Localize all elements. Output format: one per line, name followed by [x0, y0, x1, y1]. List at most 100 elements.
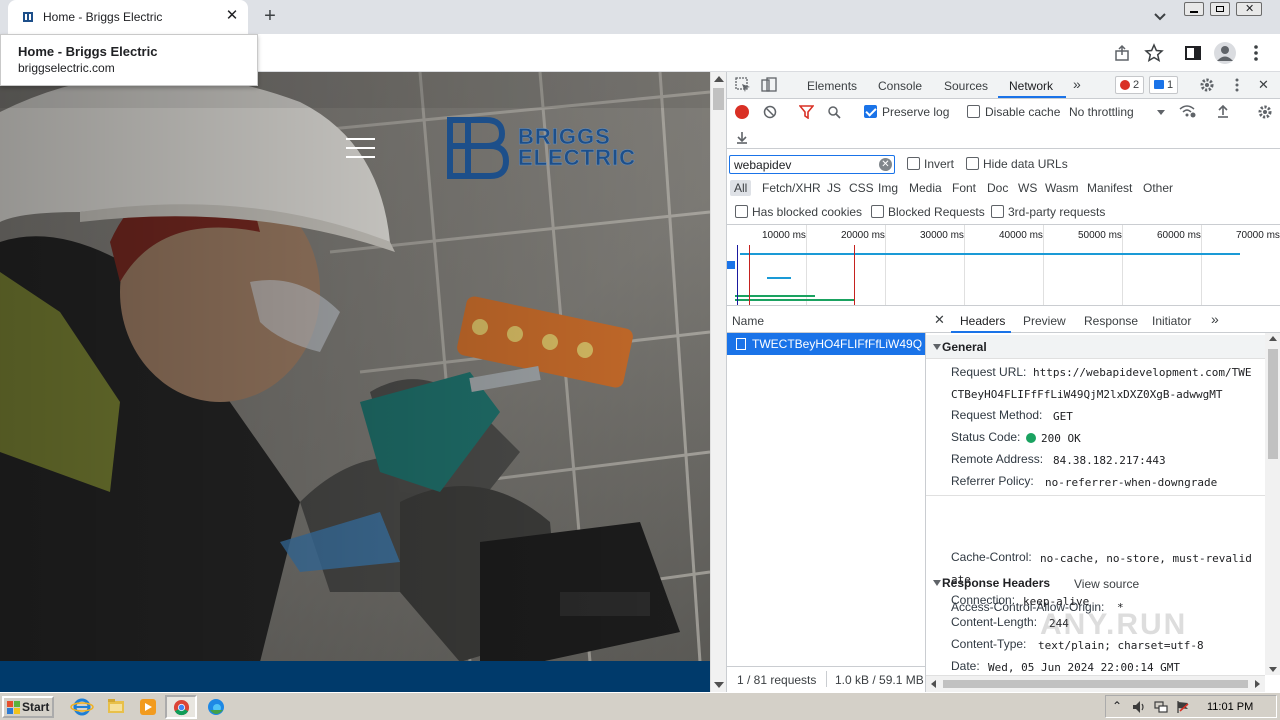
search-icon[interactable] — [827, 105, 841, 119]
status-code-key: Status Code: — [951, 430, 1021, 444]
devtools-panel: Elements Console Sources Network » 2 1 ✕… — [726, 72, 1280, 692]
site-favicon-icon — [23, 12, 33, 22]
filter-type-css[interactable]: CSS — [849, 181, 874, 195]
tab-search-icon[interactable] — [1151, 8, 1169, 26]
restore-button[interactable] — [1210, 2, 1230, 16]
start-button[interactable]: Start — [2, 696, 54, 718]
export-har-icon[interactable] — [735, 130, 749, 145]
network-conditions-icon[interactable] — [1179, 104, 1196, 119]
errors-badge[interactable]: 2 — [1115, 76, 1145, 94]
tab-hover-card: Home - Briggs Electric briggselectric.co… — [0, 34, 258, 86]
filter-type-other[interactable]: Other — [1143, 181, 1173, 195]
browser-tab[interactable]: Home - Briggs Electric ✕ — [8, 0, 248, 34]
errors-count: 2 — [1133, 79, 1140, 91]
filter-type-img[interactable]: Img — [878, 181, 898, 195]
filter-funnel-icon[interactable] — [799, 105, 814, 119]
tab-response[interactable]: Response — [1084, 314, 1138, 328]
general-section-header[interactable]: General — [926, 335, 1265, 359]
tab-sources[interactable]: Sources — [944, 79, 988, 93]
minimize-button[interactable] — [1184, 2, 1204, 16]
import-har-icon[interactable] — [1216, 104, 1230, 119]
bookmark-star-icon[interactable] — [1144, 43, 1164, 63]
scroll-thumb[interactable] — [713, 88, 724, 110]
new-tab-button[interactable]: + — [258, 6, 282, 28]
document-icon — [736, 338, 746, 350]
tab-preview[interactable]: Preview — [1023, 314, 1066, 328]
view-source-link[interactable]: View source — [1074, 577, 1139, 591]
disable-cache-checkbox[interactable] — [967, 105, 980, 118]
site-footer-bar — [0, 661, 710, 692]
tab-elements[interactable]: Elements — [807, 79, 857, 93]
internet-explorer-icon[interactable] — [68, 696, 96, 718]
response-headers-section-header[interactable]: Response Headers View source — [926, 571, 1265, 595]
scroll-up-arrow-icon[interactable] — [714, 76, 724, 82]
inspect-element-icon[interactable] — [735, 77, 751, 93]
filter-type-manifest[interactable]: Manifest — [1087, 181, 1132, 195]
clear-filter-icon[interactable]: ✕ — [879, 158, 892, 171]
media-player-icon[interactable] — [134, 696, 162, 718]
record-icon[interactable] — [735, 105, 749, 119]
active-detail-tab-indicator — [951, 331, 1011, 333]
network-settings-gear-icon[interactable] — [1257, 104, 1273, 120]
overview-bar — [740, 253, 1240, 255]
chrome-menu-icon[interactable] — [1246, 43, 1266, 63]
side-panel-icon[interactable] — [1183, 43, 1203, 63]
filter-input[interactable]: webapidev ✕ — [729, 155, 895, 174]
devtools-menu-icon[interactable] — [1229, 77, 1245, 93]
overview-bar — [767, 277, 791, 279]
referrer-policy-key: Referrer Policy: — [951, 474, 1034, 488]
filter-type-wasm[interactable]: Wasm — [1045, 181, 1079, 195]
network-icon[interactable] — [1154, 700, 1168, 714]
share-icon[interactable] — [1112, 43, 1132, 63]
close-devtools-icon[interactable]: ✕ — [1258, 77, 1269, 93]
page-scrollbar[interactable] — [710, 72, 726, 692]
tab-close-icon[interactable]: ✕ — [224, 8, 240, 24]
filter-type-fetch-xhr[interactable]: Fetch/XHR — [762, 181, 821, 195]
filter-type-all[interactable]: All — [730, 180, 752, 196]
filter-type-js[interactable]: JS — [827, 181, 841, 195]
more-detail-tabs-icon[interactable]: » — [1211, 311, 1219, 327]
briggs-electric-logo[interactable]: BRIGGS ELECTRIC — [446, 116, 661, 182]
tab-headers[interactable]: Headers — [960, 314, 1005, 328]
security-flag-icon[interactable] — [1176, 700, 1190, 714]
overview-tick-label: 20000 ms — [841, 230, 885, 241]
messages-badge[interactable]: 1 — [1149, 76, 1179, 94]
tab-console[interactable]: Console — [878, 79, 922, 93]
device-toolbar-icon[interactable] — [761, 77, 777, 93]
edge-icon[interactable] — [202, 696, 230, 718]
close-detail-icon[interactable]: ✕ — [934, 312, 945, 328]
request-row[interactable]: TWECTBeyHO4FLIFfFfLiW49Q... — [727, 333, 925, 355]
tray-expand-icon[interactable]: ⌃ — [1112, 699, 1122, 713]
volume-icon[interactable] — [1132, 700, 1146, 714]
name-column-header[interactable]: Name — [727, 307, 926, 333]
scroll-down-arrow-icon[interactable] — [714, 682, 724, 688]
settings-gear-icon[interactable] — [1199, 77, 1215, 93]
file-explorer-icon[interactable] — [102, 696, 130, 718]
filter-type-media[interactable]: Media — [909, 181, 942, 195]
close-window-button[interactable]: ✕ — [1236, 2, 1262, 16]
filter-type-font[interactable]: Font — [952, 181, 976, 195]
preserve-log-checkbox[interactable] — [864, 105, 877, 118]
tab-initiator[interactable]: Initiator — [1152, 314, 1191, 328]
request-method-value: GET — [1053, 410, 1073, 423]
network-overview-timeline[interactable]: 10000 ms 20000 ms 30000 ms 40000 ms 5000… — [727, 224, 1280, 306]
overview-tick-label: 10000 ms — [762, 230, 806, 241]
hide-data-urls-checkbox[interactable] — [966, 157, 979, 170]
hamburger-menu-button[interactable] — [346, 136, 376, 160]
filter-type-ws[interactable]: WS — [1018, 181, 1037, 195]
clear-icon[interactable] — [763, 105, 777, 119]
third-party-checkbox[interactable] — [991, 205, 1004, 218]
overview-tick-label: 60000 ms — [1157, 230, 1201, 241]
tab-network[interactable]: Network — [1009, 79, 1053, 93]
profile-avatar-icon[interactable] — [1214, 42, 1236, 64]
more-tabs-icon[interactable]: » — [1073, 76, 1081, 92]
has-blocked-cookies-checkbox[interactable] — [735, 205, 748, 218]
chrome-taskbar-button[interactable] — [165, 695, 197, 719]
throttling-select[interactable]: No throttling — [1069, 105, 1134, 119]
invert-checkbox[interactable] — [907, 157, 920, 170]
filter-type-doc[interactable]: Doc — [987, 181, 1008, 195]
connection-key: Connection: — [951, 593, 1016, 607]
throttling-dropdown-icon[interactable] — [1157, 110, 1165, 115]
blocked-requests-checkbox[interactable] — [871, 205, 884, 218]
invert-label: Invert — [924, 157, 955, 171]
